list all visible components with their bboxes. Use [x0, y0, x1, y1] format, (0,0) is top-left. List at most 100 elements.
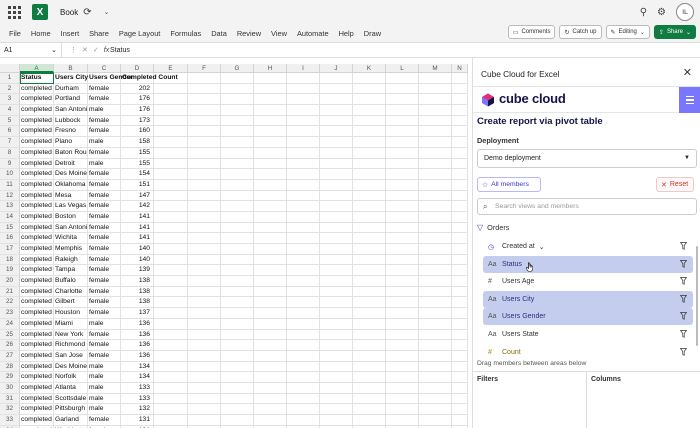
- cell[interactable]: [287, 415, 320, 426]
- cell[interactable]: [221, 382, 254, 394]
- cell[interactable]: [221, 83, 254, 95]
- cell[interactable]: [386, 94, 419, 106]
- cell[interactable]: [320, 169, 353, 180]
- cell[interactable]: [452, 190, 468, 202]
- cell[interactable]: [188, 329, 221, 341]
- cell[interactable]: [221, 190, 254, 202]
- row-number[interactable]: 29: [0, 372, 20, 383]
- cell[interactable]: completed: [20, 276, 54, 287]
- cell[interactable]: [452, 393, 468, 405]
- cell[interactable]: Buffalo: [54, 276, 88, 287]
- cell[interactable]: completed: [20, 350, 54, 362]
- cell[interactable]: [320, 415, 353, 426]
- cell[interactable]: [452, 244, 468, 255]
- cell[interactable]: Wichita: [54, 233, 88, 244]
- cell[interactable]: [353, 73, 386, 84]
- cell[interactable]: [320, 308, 353, 319]
- cell[interactable]: [287, 404, 320, 415]
- cell[interactable]: [188, 222, 221, 234]
- editing-button[interactable]: ✎ Editing ⌄: [605, 25, 650, 39]
- cell[interactable]: 147: [121, 190, 154, 202]
- menu-draw[interactable]: Draw: [364, 29, 381, 38]
- cell[interactable]: [386, 340, 419, 351]
- cell[interactable]: [254, 340, 287, 351]
- cell[interactable]: [419, 265, 452, 277]
- cell[interactable]: female: [88, 179, 121, 191]
- cell[interactable]: [154, 147, 188, 159]
- cell[interactable]: [254, 179, 287, 191]
- cell[interactable]: [419, 169, 452, 180]
- row-number[interactable]: 26: [0, 340, 20, 351]
- menu-review[interactable]: Review: [237, 29, 261, 38]
- cell[interactable]: [221, 201, 254, 212]
- cell[interactable]: [188, 361, 221, 373]
- cell[interactable]: San Antonio: [54, 105, 88, 116]
- cell[interactable]: [419, 350, 452, 362]
- cell[interactable]: [254, 254, 287, 266]
- cell[interactable]: [188, 276, 221, 287]
- cell[interactable]: completed: [20, 115, 54, 127]
- cell[interactable]: [452, 73, 468, 84]
- cell[interactable]: [287, 297, 320, 309]
- cell[interactable]: Completed Count: [121, 73, 178, 84]
- cell[interactable]: [386, 265, 419, 277]
- filter-icon[interactable]: [680, 330, 687, 338]
- cell[interactable]: female: [88, 340, 121, 351]
- cell[interactable]: [386, 222, 419, 234]
- cell[interactable]: [386, 147, 419, 159]
- cell[interactable]: [287, 233, 320, 244]
- cell[interactable]: [221, 415, 254, 426]
- cell[interactable]: [154, 244, 188, 255]
- cell[interactable]: [452, 329, 468, 341]
- column-header[interactable]: D: [121, 64, 154, 73]
- cell[interactable]: [419, 222, 452, 234]
- filters-area[interactable]: Filters: [473, 372, 587, 428]
- member-count[interactable]: # Count: [483, 344, 693, 361]
- row-number[interactable]: 30: [0, 382, 20, 394]
- cell[interactable]: [221, 340, 254, 351]
- cell[interactable]: [452, 276, 468, 287]
- reset-button[interactable]: ✕ Reset: [656, 177, 694, 192]
- cell[interactable]: 158: [121, 137, 154, 148]
- cell[interactable]: [188, 158, 221, 170]
- cell[interactable]: [254, 318, 287, 330]
- cell[interactable]: [254, 286, 287, 298]
- cell[interactable]: male: [88, 137, 121, 148]
- cell[interactable]: [353, 105, 386, 116]
- cell[interactable]: [353, 350, 386, 362]
- cell[interactable]: [154, 297, 188, 309]
- cell[interactable]: [154, 404, 188, 415]
- cell[interactable]: completed: [20, 318, 54, 330]
- filter-icon[interactable]: [680, 259, 687, 268]
- cell[interactable]: male: [88, 158, 121, 170]
- comments-button[interactable]: ▭ Comments: [507, 25, 556, 39]
- cell[interactable]: [188, 115, 221, 127]
- row-number[interactable]: 25: [0, 329, 20, 341]
- cell[interactable]: [287, 393, 320, 405]
- cell[interactable]: [188, 190, 221, 202]
- cell[interactable]: [386, 308, 419, 319]
- cell[interactable]: [419, 158, 452, 170]
- cell[interactable]: [188, 233, 221, 244]
- cell[interactable]: [188, 169, 221, 180]
- filter-icon[interactable]: [680, 312, 687, 321]
- cell[interactable]: completed: [20, 382, 54, 394]
- cell[interactable]: [320, 393, 353, 405]
- cell[interactable]: San Jose: [54, 350, 88, 362]
- cell[interactable]: [287, 190, 320, 202]
- cell[interactable]: Atlanta: [54, 382, 88, 394]
- cell[interactable]: [287, 286, 320, 298]
- cell[interactable]: [353, 83, 386, 95]
- cell[interactable]: [287, 372, 320, 383]
- cell[interactable]: [221, 254, 254, 266]
- columns-area[interactable]: Columns: [587, 372, 700, 428]
- row-number[interactable]: 13: [0, 201, 20, 212]
- name-box[interactable]: A1 ⌄: [0, 43, 62, 57]
- menu-home[interactable]: Home: [31, 29, 51, 38]
- cell[interactable]: [287, 211, 320, 223]
- menu-help[interactable]: Help: [339, 29, 354, 38]
- cell[interactable]: completed: [20, 286, 54, 298]
- cell[interactable]: [386, 73, 419, 84]
- cell[interactable]: 176: [121, 105, 154, 116]
- cell[interactable]: female: [88, 126, 121, 138]
